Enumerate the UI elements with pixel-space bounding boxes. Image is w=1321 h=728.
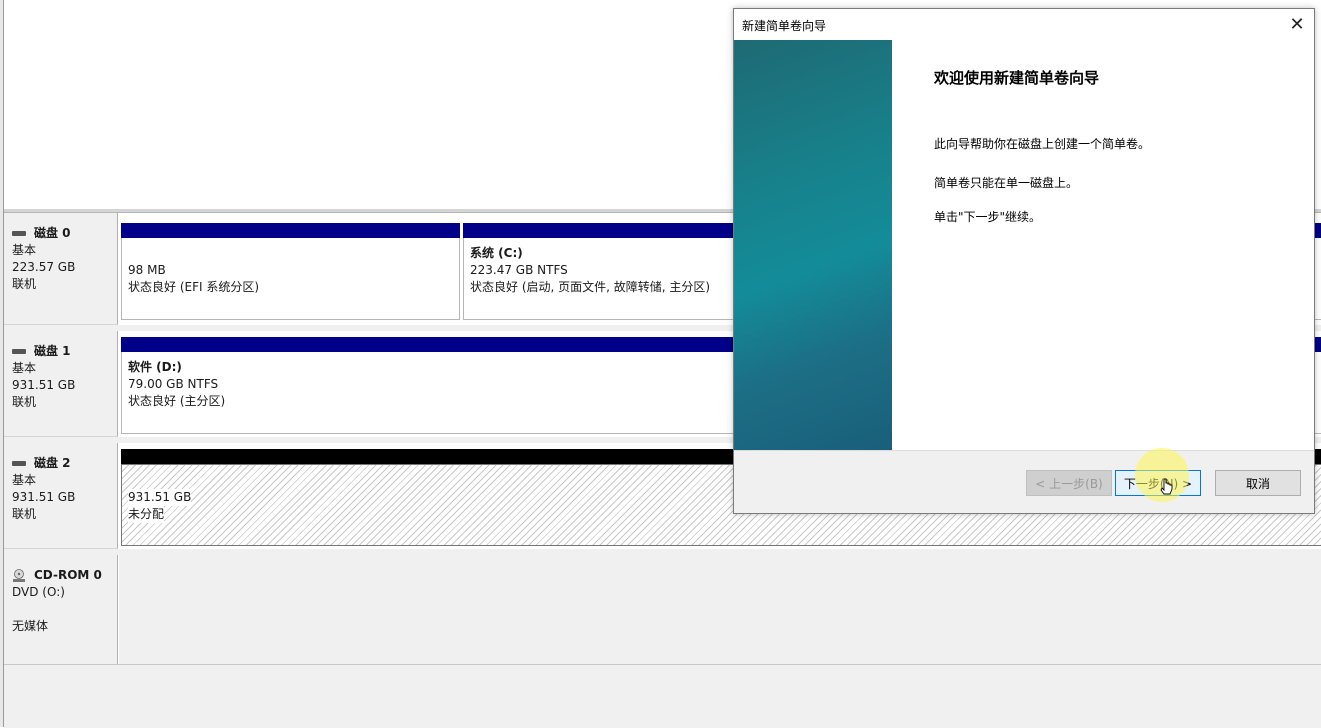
cdrom-icon [13, 568, 25, 582]
partition-bar [121, 223, 460, 238]
wizard-heading: 欢迎使用新建简单卷向导 [934, 69, 1100, 87]
cdrom-area [119, 555, 1321, 666]
cdrom-type: DVD (O:) [12, 585, 65, 599]
partition-size: 931.51 GB [128, 489, 192, 506]
disk-label-0[interactable]: 磁盘 0 基本 223.57 GB 联机 [4, 213, 118, 325]
disk-type: 基本 [12, 473, 37, 487]
disk-icon [12, 461, 26, 466]
dialog-title: 新建简单卷向导 [742, 19, 827, 33]
disk-label-1[interactable]: 磁盘 1 基本 931.51 GB 联机 [4, 331, 118, 437]
disk-size: 931.51 GB [12, 490, 76, 504]
cdrom-row[interactable]: CD-ROM 0 DVD (O:) 无媒体 [4, 555, 1321, 666]
disk-size: 931.51 GB [12, 378, 76, 392]
wizard-text-1: 此向导帮助你在磁盘上创建一个简单卷。 [934, 137, 1151, 151]
wizard-side-banner [734, 40, 892, 450]
next-button[interactable]: 下一步(N) > [1115, 470, 1201, 496]
disk-status: 联机 [12, 395, 37, 409]
disk-status: 联机 [12, 507, 37, 521]
disk-name: 磁盘 2 [34, 456, 71, 470]
partition-efi[interactable]: 98 MB 状态良好 (EFI 系统分区) [121, 223, 460, 320]
wizard-text-3: 单击"下一步"继续。 [934, 210, 1042, 224]
partition-size: 98 MB [128, 263, 166, 277]
wizard-footer: < 上一步(B) 下一步(N) > 取消 [734, 450, 1314, 513]
disk-icon [12, 349, 26, 354]
disk-type: 基本 [12, 243, 37, 257]
disk-size: 223.57 GB [12, 260, 76, 274]
wizard-content: 欢迎使用新建简单卷向导 此向导帮助你在磁盘上创建一个简单卷。 简单卷只能在单一磁… [892, 40, 1313, 450]
status-strip [4, 664, 1321, 728]
back-button[interactable]: < 上一步(B) [1026, 470, 1112, 496]
cdrom-name: CD-ROM 0 [34, 568, 102, 582]
cdrom-label[interactable]: CD-ROM 0 DVD (O:) 无媒体 [4, 555, 118, 665]
close-icon[interactable]: ✕ [1286, 13, 1308, 35]
dialog-titlebar[interactable]: 新建简单卷向导 ✕ [734, 9, 1314, 39]
disk-name: 磁盘 1 [34, 344, 71, 358]
new-simple-volume-wizard: 新建简单卷向导 ✕ 欢迎使用新建简单卷向导 此向导帮助你在磁盘上创建一个简单卷。… [733, 8, 1315, 514]
partition-status: 未分配 [128, 506, 165, 523]
disk-type: 基本 [12, 361, 37, 375]
disk-status: 联机 [12, 277, 37, 291]
wizard-text-2: 简单卷只能在单一磁盘上。 [934, 176, 1079, 190]
partition-status: 状态良好 (EFI 系统分区) [128, 280, 260, 294]
disk-icon [12, 231, 26, 236]
cdrom-status: 无媒体 [12, 619, 49, 633]
mouse-cursor-icon [1160, 478, 1173, 495]
disk-label-2[interactable]: 磁盘 2 基本 931.51 GB 联机 [4, 443, 118, 549]
cancel-button[interactable]: 取消 [1215, 470, 1301, 496]
disk-name: 磁盘 0 [34, 226, 71, 240]
